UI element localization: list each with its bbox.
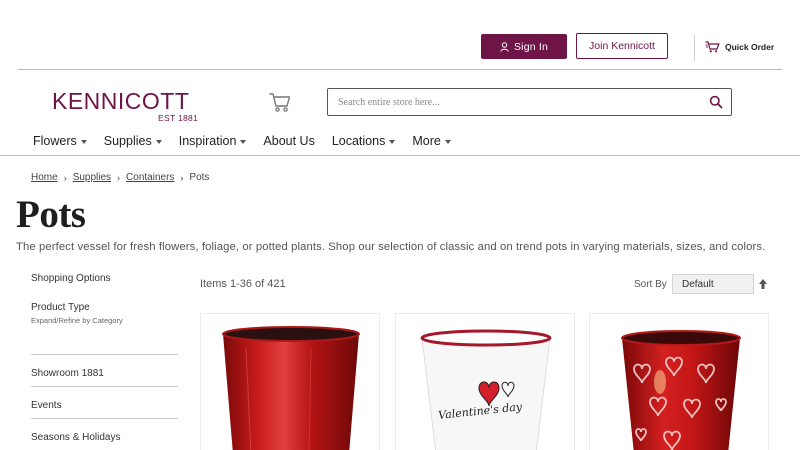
sidebar-item-showroom[interactable]: Showroom 1881 — [31, 368, 104, 379]
product-card[interactable]: Valentine's day — [395, 313, 575, 450]
nav-label: Supplies — [103, 134, 152, 148]
kennicott-logo[interactable]: KENNICOTT EST 1881 — [52, 88, 202, 128]
nav-item-inspiration[interactable]: Inspiration — [179, 133, 247, 149]
main-nav: Flowers Supplies Inspiration About Us Lo… — [33, 133, 468, 149]
search-button[interactable] — [709, 95, 723, 109]
chevron-right-icon: › — [117, 172, 121, 183]
caret-down-icon — [444, 140, 451, 144]
join-button[interactable]: Join Kennicott — [576, 33, 668, 59]
divider — [18, 69, 782, 70]
sort-by-label: Sort By — [634, 279, 667, 290]
nav-item-supplies[interactable]: Supplies — [104, 133, 162, 149]
nav-label: Locations — [331, 134, 386, 148]
nav-item-more[interactable]: More — [412, 133, 451, 149]
caret-down-icon — [80, 140, 87, 144]
sign-in-button[interactable]: Sign In — [481, 34, 567, 59]
breadcrumb: Home › Supplies › Containers › Pots — [31, 172, 209, 183]
breadcrumb-supplies[interactable]: Supplies — [73, 172, 111, 183]
sign-in-label: Sign In — [513, 40, 549, 53]
sort-value: Default — [682, 278, 714, 290]
sort-select[interactable]: Default — [672, 274, 754, 294]
join-label: Join Kennicott — [589, 40, 655, 52]
nav-label: Flowers — [33, 134, 77, 148]
sidebar-item-seasons-holidays[interactable]: Seasons & Holidays — [31, 432, 121, 443]
breadcrumb-containers[interactable]: Containers — [126, 172, 174, 183]
caret-down-icon — [155, 140, 162, 144]
search-icon — [709, 95, 723, 109]
red-hearts-pot-image — [621, 330, 741, 450]
nav-item-flowers[interactable]: Flowers — [33, 133, 87, 149]
nav-label: More — [412, 134, 441, 148]
filter-product-type-hint: Expand/Refine by Category — [31, 316, 123, 325]
breadcrumb-home[interactable]: Home — [31, 172, 58, 183]
quick-order-label: Quick Order — [725, 42, 775, 52]
filter-product-type[interactable]: Product Type — [31, 302, 90, 313]
divider — [0, 155, 800, 156]
page-title: Pots — [16, 193, 86, 236]
search-bar — [327, 88, 732, 116]
nav-label: Inspiration — [178, 134, 237, 148]
divider — [31, 354, 178, 355]
caret-down-icon — [240, 140, 247, 144]
search-input[interactable] — [338, 94, 698, 111]
nav-label: About Us — [263, 134, 315, 148]
breadcrumb-current: Pots — [189, 172, 210, 183]
page-description: The perfect vessel for fresh flowers, fo… — [16, 241, 766, 253]
logo-wordmark: KENNICOTT — [52, 88, 190, 114]
nav-item-locations[interactable]: Locations — [332, 133, 396, 149]
logo-est: EST 1881 — [158, 113, 199, 123]
nav-item-about-us[interactable]: About Us — [263, 133, 314, 149]
quick-order-cart-icon — [705, 41, 720, 53]
product-card[interactable] — [200, 313, 380, 450]
divider — [31, 386, 178, 387]
shopping-options-heading: Shopping Options — [31, 273, 111, 284]
user-icon — [500, 41, 509, 52]
items-count: Items 1-36 of 421 — [200, 278, 286, 290]
product-card[interactable] — [589, 313, 769, 450]
sidebar-item-events[interactable]: Events — [31, 400, 62, 411]
top-bar: Sign In Join Kennicott Quick Order — [0, 0, 800, 70]
chevron-right-icon: › — [63, 172, 67, 183]
divider — [31, 418, 178, 419]
sort-direction-arrow-icon[interactable] — [758, 277, 768, 289]
chevron-right-icon: › — [180, 172, 184, 183]
cart-icon[interactable] — [268, 91, 292, 113]
red-metal-pot-image — [222, 326, 360, 450]
white-valentines-pot-image: Valentine's day — [420, 329, 552, 450]
divider — [694, 35, 695, 61]
caret-down-icon — [389, 140, 396, 144]
quick-order-link[interactable]: Quick Order — [705, 40, 774, 54]
